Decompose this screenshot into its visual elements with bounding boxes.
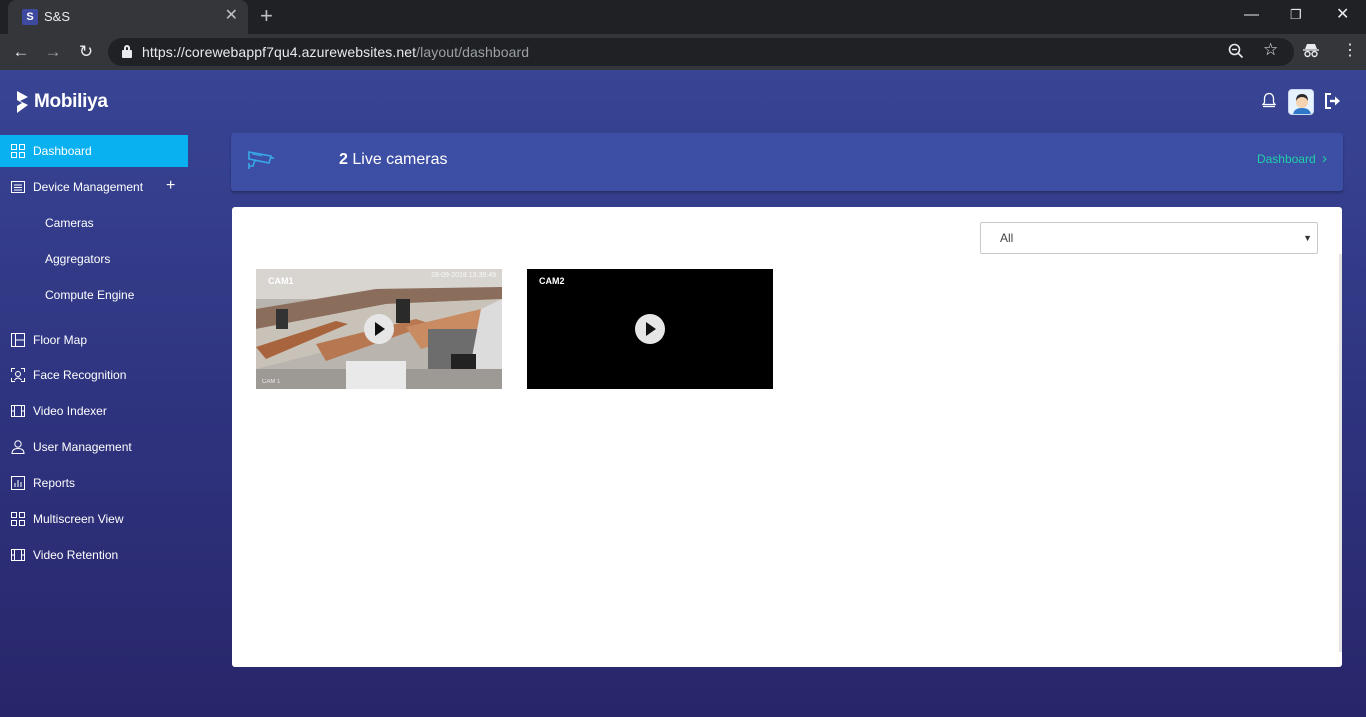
sidebar-item-dashboard[interactable]: Dashboard bbox=[0, 135, 188, 167]
face-scan-icon bbox=[11, 368, 25, 382]
camera-tile[interactable]: CAM2 bbox=[527, 269, 773, 389]
browser-tab-strip: S S&S ✕ + — ❐ ✕ bbox=[0, 0, 1366, 34]
new-tab-icon[interactable]: + bbox=[260, 5, 273, 27]
sidebar-item-label: Compute Engine bbox=[45, 288, 135, 302]
bar-chart-icon bbox=[11, 476, 25, 490]
camera-count-number: 2 bbox=[339, 151, 348, 168]
camera-tile[interactable]: 28-09-2018 13:36:49 CAM 1 CAM1 bbox=[256, 269, 502, 389]
filter-selected-value: All bbox=[1000, 231, 1014, 245]
zoom-icon[interactable] bbox=[1228, 43, 1244, 64]
browser-tab[interactable]: S S&S ✕ bbox=[8, 0, 248, 34]
live-cameras-banner: 2 Live cameras Dashboard › bbox=[231, 133, 1343, 191]
sidebar-item-floor-map[interactable]: Floor Map bbox=[0, 324, 188, 356]
sidebar-item-label: Face Recognition bbox=[33, 368, 127, 382]
sidebar-item-multiscreen-view[interactable]: Multiscreen View bbox=[0, 503, 188, 535]
url-host: https://corewebappf7qu4.azurewebsites.ne… bbox=[142, 44, 417, 60]
restore-icon[interactable]: ❐ bbox=[1290, 6, 1302, 24]
sidebar-item-video-retention[interactable]: Video Retention bbox=[0, 539, 188, 571]
camera-filter-select[interactable]: All ▼ bbox=[980, 222, 1318, 254]
app-root: Mobiliya Dashboard Device Management + C… bbox=[0, 70, 1366, 717]
play-icon[interactable] bbox=[635, 314, 665, 344]
camera-name: CAM2 bbox=[539, 276, 565, 286]
grid-icon bbox=[11, 144, 25, 158]
user-icon bbox=[11, 440, 25, 454]
sidebar-subitem-cameras[interactable]: Cameras bbox=[0, 207, 188, 239]
camera-name: CAM1 bbox=[268, 276, 294, 286]
tab-title: S&S bbox=[44, 9, 71, 24]
floor-map-icon bbox=[11, 333, 25, 347]
list-icon bbox=[11, 180, 25, 194]
incognito-icon[interactable] bbox=[1302, 42, 1320, 64]
browser-toolbar: ← → ↻ https://corewebappf7qu4.azurewebsi… bbox=[0, 34, 1366, 70]
tab-favicon-icon: S bbox=[22, 9, 38, 25]
lock-icon bbox=[122, 45, 132, 58]
grid-icon bbox=[11, 512, 25, 526]
sidebar-item-device-management[interactable]: Device Management + bbox=[0, 171, 188, 203]
film-icon bbox=[11, 548, 25, 562]
expand-plus-icon[interactable]: + bbox=[166, 177, 175, 195]
live-cameras-label: Live cameras bbox=[352, 151, 448, 168]
window-close-icon[interactable]: ✕ bbox=[1336, 6, 1349, 24]
play-icon[interactable] bbox=[364, 314, 394, 344]
sidebar: Dashboard Device Management + Cameras Ag… bbox=[0, 135, 188, 571]
scrollbar[interactable] bbox=[1339, 254, 1342, 652]
mobiliya-logo-icon bbox=[16, 90, 30, 114]
bookmark-star-icon[interactable]: ☆ bbox=[1263, 41, 1278, 59]
brand-logo[interactable]: Mobiliya bbox=[16, 88, 108, 116]
caret-down-icon: ▼ bbox=[1303, 233, 1312, 243]
reload-icon[interactable]: ↻ bbox=[76, 42, 96, 62]
bell-icon[interactable] bbox=[1261, 92, 1277, 114]
logout-icon[interactable] bbox=[1324, 93, 1342, 114]
sidebar-item-label: Multiscreen View bbox=[33, 512, 124, 526]
sidebar-item-label: Dashboard bbox=[33, 144, 92, 158]
sidebar-item-reports[interactable]: Reports bbox=[0, 467, 188, 499]
security-camera-icon bbox=[247, 149, 275, 176]
forward-arrow-icon[interactable]: → bbox=[43, 42, 63, 62]
brand-name: Mobiliya bbox=[34, 91, 108, 112]
breadcrumb[interactable]: Dashboard › bbox=[1257, 150, 1327, 167]
sidebar-item-label: Video Indexer bbox=[33, 404, 107, 418]
menu-kebab-icon[interactable]: ⋮ bbox=[1342, 41, 1358, 61]
sidebar-item-face-recognition[interactable]: Face Recognition bbox=[0, 359, 188, 391]
breadcrumb-dashboard[interactable]: Dashboard bbox=[1257, 152, 1316, 166]
sidebar-item-label: Floor Map bbox=[33, 333, 88, 347]
address-bar[interactable]: https://corewebappf7qu4.azurewebsites.ne… bbox=[108, 38, 1294, 66]
sidebar-item-label: Aggregators bbox=[45, 252, 111, 266]
film-icon bbox=[11, 404, 25, 418]
sidebar-item-label: User Management bbox=[33, 440, 132, 454]
url-text[interactable]: https://corewebappf7qu4.azurewebsites.ne… bbox=[142, 44, 529, 60]
tab-close-icon[interactable]: ✕ bbox=[225, 7, 238, 25]
sidebar-item-label: Device Management bbox=[33, 180, 144, 194]
sidebar-subitem-aggregators[interactable]: Aggregators bbox=[0, 243, 188, 275]
live-camera-count: 2 Live cameras bbox=[339, 151, 448, 169]
camera-panel: All ▼ 28-09-2018 13:36:49 CAM 1 CAM1 CAM… bbox=[232, 207, 1342, 667]
url-path: /layout/dashboard bbox=[416, 44, 530, 60]
back-arrow-icon[interactable]: ← bbox=[11, 42, 31, 62]
sidebar-subitem-compute-engine[interactable]: Compute Engine bbox=[0, 279, 188, 311]
chevron-right-icon: › bbox=[1322, 150, 1327, 167]
sidebar-item-label: Cameras bbox=[45, 216, 94, 230]
cam1-overlay-tag: CAM 1 bbox=[262, 379, 281, 385]
sidebar-item-label: Video Retention bbox=[33, 548, 119, 562]
sidebar-item-label: Reports bbox=[33, 476, 76, 490]
sidebar-item-video-indexer[interactable]: Video Indexer bbox=[0, 395, 188, 427]
minimize-icon[interactable]: — bbox=[1244, 6, 1259, 24]
avatar[interactable] bbox=[1288, 89, 1314, 115]
cam1-timestamp: 28-09-2018 13:36:49 bbox=[431, 272, 496, 279]
sidebar-item-user-management[interactable]: User Management bbox=[0, 431, 188, 463]
